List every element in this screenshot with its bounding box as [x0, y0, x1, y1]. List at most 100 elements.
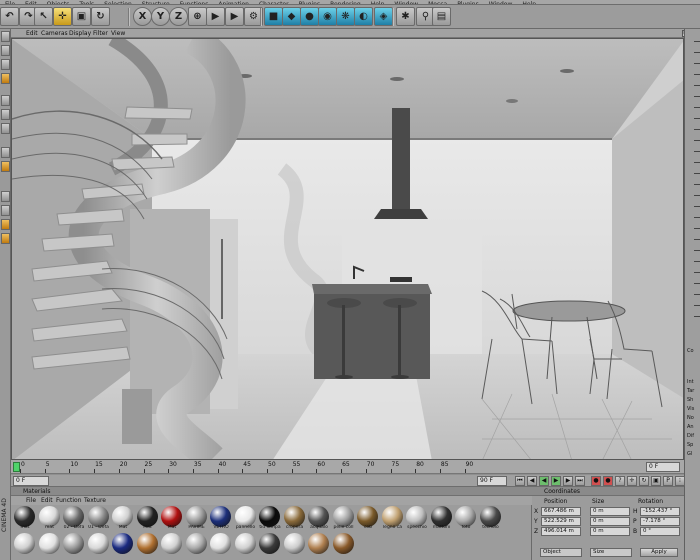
attribute-tab-label[interactable]: Sh [687, 397, 693, 403]
material-swatch[interactable] [136, 533, 160, 557]
timeline-frame-field[interactable]: 0 F [646, 462, 680, 472]
material-swatch[interactable]: pannello [234, 506, 258, 530]
rotation-field[interactable]: -7.178 ° [640, 517, 680, 526]
x-axis-icon[interactable]: X [133, 7, 152, 26]
light-tool-icon[interactable] [1, 233, 10, 244]
size-field[interactable]: 0 m [590, 527, 630, 536]
param-key-icon[interactable]: P [663, 476, 673, 486]
render-view-icon[interactable]: ▶ [206, 7, 225, 26]
layout-icon[interactable]: ▤ [432, 7, 451, 26]
record-icon[interactable]: ● [591, 476, 601, 486]
y-axis-icon[interactable]: Y [151, 7, 170, 26]
material-swatch[interactable]: tid lampa [258, 506, 282, 530]
attribute-tab-label[interactable]: An [687, 424, 694, 430]
material-menu-edit[interactable]: Edit [41, 496, 53, 505]
nurbs-icon[interactable]: ● [300, 7, 319, 26]
material-swatch[interactable]: Mat [111, 506, 135, 530]
deformer-icon[interactable]: ❋ [336, 7, 355, 26]
material-swatch[interactable] [87, 533, 111, 557]
material-swatch[interactable]: PAVIME [185, 506, 209, 530]
array-icon[interactable]: ◉ [318, 7, 337, 26]
attribute-tab-label[interactable]: Vis [687, 406, 694, 412]
material-swatch[interactable]: acqualo [307, 506, 331, 530]
material-swatch[interactable] [332, 533, 356, 557]
timeline-playhead[interactable] [13, 462, 20, 472]
snap-tool-icon[interactable] [1, 191, 10, 202]
render-picture-viewer-icon[interactable]: ▶ [225, 7, 244, 26]
material-menu-texture[interactable]: Texture [84, 496, 106, 505]
previous-key-icon[interactable]: ◀ [527, 476, 537, 486]
material-swatch[interactable] [13, 533, 37, 557]
rotation-field[interactable]: 0 ° [640, 527, 680, 536]
material-swatch[interactable]: VETRO [209, 506, 233, 530]
position-field[interactable]: 496.014 m [541, 527, 581, 536]
cube-icon[interactable]: ■ [264, 7, 283, 26]
attribute-tab-label[interactable]: No [687, 415, 694, 421]
start-frame-field[interactable]: 0 F [13, 476, 49, 486]
material-swatch[interactable]: 02 - Defa [62, 506, 86, 530]
position-field[interactable]: 667.486 m [541, 507, 581, 516]
material-menu-file[interactable]: File [26, 496, 36, 505]
coordinate-system-icon[interactable]: ⊕ [188, 7, 207, 26]
size-mode-select[interactable]: Size [590, 548, 632, 557]
material-swatch[interactable] [234, 533, 258, 557]
tweak-tool-icon[interactable] [1, 147, 10, 158]
material-swatch[interactable]: mat [13, 506, 37, 530]
material-swatch[interactable]: Mat [136, 506, 160, 530]
point-level-key-icon[interactable]: ⁝ [675, 476, 685, 486]
camera-icon[interactable]: ◈ [374, 7, 393, 26]
material-swatch[interactable]: mat [38, 506, 62, 530]
go-to-start-icon[interactable]: ⏮ [515, 476, 525, 486]
material-swatch[interactable]: cropera [283, 506, 307, 530]
animation-tool-icon[interactable] [1, 161, 10, 172]
light-icon[interactable]: ✱ [396, 7, 415, 26]
attribute-tab-label[interactable]: Dif [687, 433, 694, 439]
viewport-menu-view[interactable]: View [111, 29, 125, 38]
3d-viewport[interactable] [11, 38, 684, 460]
axis-tool-icon[interactable] [1, 109, 10, 120]
move-icon[interactable]: ✛ [53, 7, 72, 26]
use-model-tool-icon[interactable] [1, 31, 10, 42]
solo-tool-icon[interactable] [1, 219, 10, 230]
material-swatch[interactable]: specchio [405, 506, 429, 530]
material-swatch[interactable] [111, 533, 135, 557]
play-icon[interactable]: ▶ [551, 476, 561, 486]
material-swatch[interactable]: foto [454, 506, 478, 530]
live-select-icon[interactable]: ↖ [34, 7, 53, 26]
edges-tool-icon[interactable] [1, 73, 10, 84]
play-backwards-icon[interactable]: ◀ [539, 476, 549, 486]
viewport-menu-filter[interactable]: Filter [93, 29, 108, 38]
next-key-icon[interactable]: ▶ [563, 476, 573, 486]
workplane-tool-icon[interactable] [1, 205, 10, 216]
rotate-icon[interactable]: ↻ [91, 7, 110, 26]
material-swatch[interactable] [307, 533, 331, 557]
undo-icon[interactable]: ↶ [0, 7, 19, 26]
material-swatch[interactable]: mattoni [430, 506, 454, 530]
attribute-tab-label[interactable]: Gl [687, 451, 692, 457]
attribute-tab-label[interactable]: Int [687, 379, 694, 385]
attribute-tab-label[interactable]: Co [687, 348, 694, 354]
rotation-field[interactable]: -152.437 ° [640, 507, 680, 516]
texture-tool-icon[interactable] [1, 123, 10, 134]
material-swatch[interactable] [38, 533, 62, 557]
scene-icon[interactable]: ◐ [354, 7, 373, 26]
size-field[interactable]: 0 m [590, 507, 630, 516]
points-tool-icon[interactable] [1, 59, 10, 70]
material-swatch[interactable] [62, 533, 86, 557]
material-swatch[interactable]: cob [356, 506, 380, 530]
material-swatch[interactable]: Mat [160, 506, 184, 530]
autokey-icon[interactable]: ● [603, 476, 613, 486]
material-swatch[interactable] [209, 533, 233, 557]
material-swatch[interactable]: legno ca [381, 506, 405, 530]
go-to-end-icon[interactable]: ⏭ [575, 476, 585, 486]
scale-key-icon[interactable]: ▣ [651, 476, 661, 486]
attribute-tab-label[interactable]: Tar [687, 388, 694, 394]
apply-button[interactable]: Apply [640, 548, 678, 557]
polygons-tool-icon[interactable] [1, 95, 10, 106]
viewport-menu-cameras[interactable]: Cameras [41, 29, 68, 38]
material-menu-function[interactable]: Function [56, 496, 82, 505]
use-object-tool-icon[interactable] [1, 45, 10, 56]
material-swatch[interactable] [258, 533, 282, 557]
attribute-tab-label[interactable]: Sp [687, 442, 693, 448]
material-swatch[interactable]: tecnolo [479, 506, 503, 530]
